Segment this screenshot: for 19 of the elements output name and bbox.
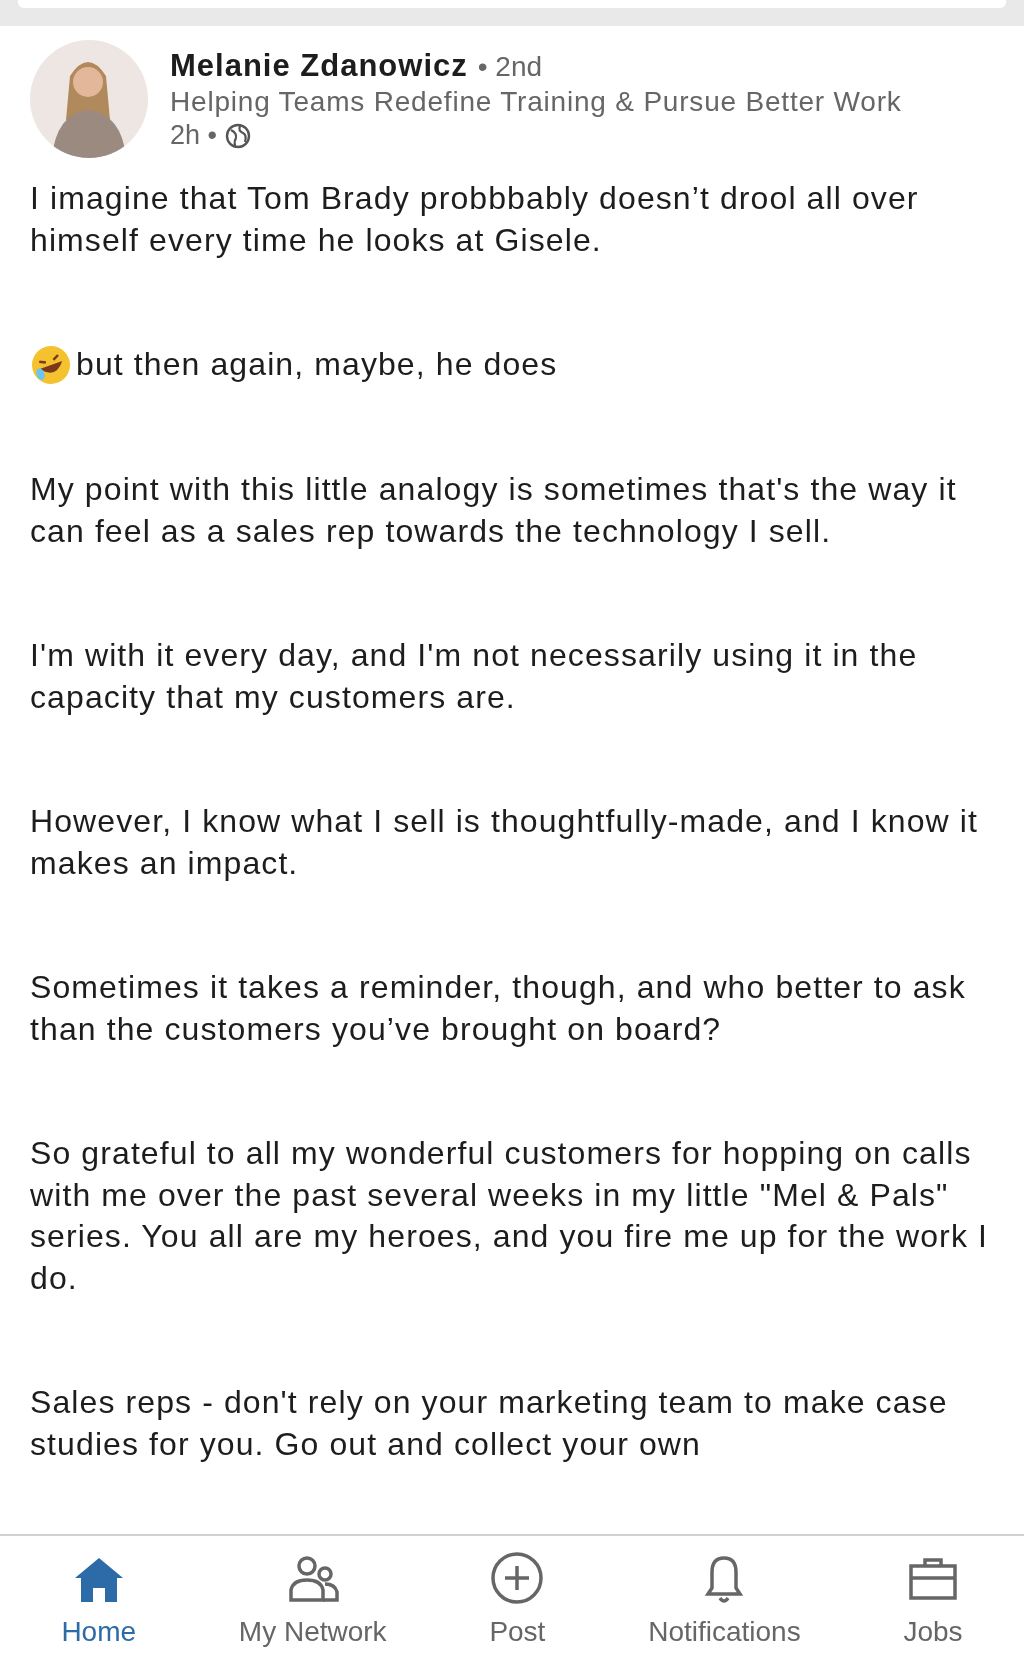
- post-paragraph: My point with this little analogy is sometimes that's the way it can feel as a sales rep towards the technology I sell.: [30, 470, 958, 551]
- nav-tab[interactable]: Post: [489, 1550, 546, 1648]
- post-paragraph: but then again, maybe, he does: [76, 345, 558, 384]
- post-paragraph: Sometimes it takes a reminder, though, and who better to ask than the customers you’ve brought on board?: [30, 968, 967, 1049]
- post-paragraph: I imagine that Tom Brady probbbably doesn’t drool all over himself every time he looks at Gisele.: [30, 179, 920, 260]
- nav-tab[interactable]: Notifications: [648, 1550, 801, 1648]
- connection-degree: • 2nd: [477, 51, 543, 83]
- post-paragraph: Sales reps - don't rely on your marketing team to make case studies for you. Go out and collect your own: [30, 1383, 949, 1464]
- author-headline: Helping Teams Redefine Training & Pursue Better Work: [170, 86, 902, 118]
- nav-tab[interactable]: Home: [61, 1550, 137, 1648]
- globe-icon: [225, 122, 251, 149]
- author-name[interactable]: Melanie Zdanowicz: [170, 48, 468, 84]
- nav-tab[interactable]: My Network: [238, 1550, 387, 1648]
- post-paragraph: So grateful to all my wonderful customers for hopping on calls with me over the past several weeks in my little "Mel & Pals" series. You all are my heroes, and you fire me up for the work I do.: [30, 1134, 989, 1298]
- nav-tab[interactable]: Jobs: [903, 1550, 963, 1648]
- post-paragraph: However, I know what I sell is thoughtfully-made, and I know it makes an impact.: [30, 802, 979, 883]
- plus-circle-icon: [489, 1550, 546, 1606]
- post-time: 2h •: [170, 120, 217, 151]
- post-paragraph: I'm with it every day, and I'm not necessarily using it in the capacity that my customers are.: [30, 636, 919, 717]
